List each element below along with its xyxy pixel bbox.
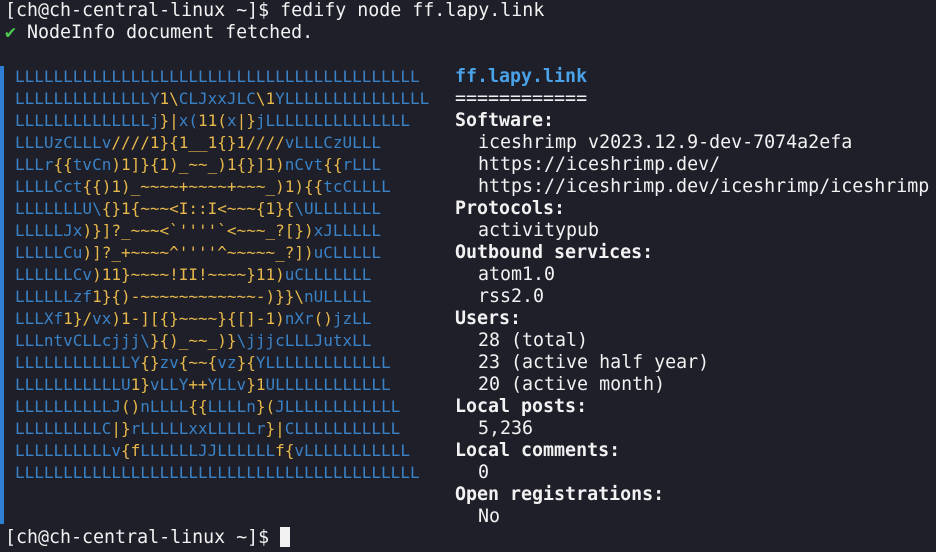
ascii-art-row: LLLXf1}/vx)1-][{}~~~~}{[]-1)nXr()jzLL — [15, 309, 372, 328]
ascii-art-row: LLLLLLLLLLLLLLLLLLLLLLLLLLLLLLLLLLLLLLLL… — [15, 67, 420, 86]
ascii-art-row: LLLLLLLLLLJ()nLLLL{{LLLLn}(JLLLLLLLLLLLL — [15, 397, 401, 416]
ascii-art-row: LLLLLLLLLLLLLLLLLLLLLLLLLLLLLLLLLLLLLLLL… — [15, 463, 420, 482]
node-host: ff.lapy.link — [455, 66, 588, 87]
output-gutter-bar — [0, 66, 4, 524]
software-label: Software: — [455, 110, 555, 131]
protocols-label: Protocols: — [455, 198, 566, 219]
shell-prompt: [ch@ch-central-linux ~]$ — [5, 0, 270, 21]
status-message: NodeInfo document fetched. — [27, 22, 314, 43]
checkmark-icon: ✔ — [5, 22, 17, 43]
users-label: Users: — [455, 308, 522, 329]
ascii-art-row: LLLLLCu)]?_+~~~~^''''^~~~~~_?])uCLLLLL — [15, 243, 382, 262]
outbound-services-label: Outbound services: — [455, 242, 654, 263]
software-name-version: iceshrimp v2023.12.9-dev-7074a2efa — [478, 132, 853, 153]
ascii-art-row: LLLUzCLLLv////1}{1__1{}1////vLLLCzULLL — [15, 133, 382, 152]
software-repository: https://iceshrimp.dev/iceshrimp/iceshrim… — [478, 176, 930, 197]
local-posts-label: Local posts: — [455, 396, 588, 417]
command-line: [ch@ch-central-linux ~]$ fedify node ff.… — [5, 0, 544, 22]
ascii-art-row: LLLLLLLLLC|}rLLLLLxxLLLLLr}|CLLLLLLLLLLL — [15, 419, 401, 438]
shell-prompt: [ch@ch-central-linux ~]$ — [5, 527, 270, 548]
software-homepage: https://iceshrimp.dev/ — [478, 154, 721, 175]
ascii-art-row: LLLLLJx)}]?_~~~<`''''`<~~~_?[})xJLLLLL — [15, 221, 382, 240]
users-total: 28 (total) — [478, 330, 589, 351]
ascii-art-row: LLLLLLLLLLLLLLj}|x(11(x|}jLLLLLLLLLLLLLL… — [15, 111, 410, 130]
protocol-item: activitypub — [478, 220, 600, 241]
ascii-art-row: LLLLLLLLLLLLLLY1\CLJxxJLC\1YLLLLLLLLLLLL… — [15, 89, 430, 108]
users-active-month: 20 (active month) — [478, 374, 666, 395]
open-registrations-value: No — [478, 506, 501, 527]
outbound-service-item: atom1.0 — [478, 264, 556, 285]
ascii-art-row: LLLntvCLLcjjj\}{)_~~_)}\jjjcLLLJutxLL — [15, 331, 372, 350]
ascii-art-row: LLLLLLLLLLv{fLLLLLLJJLLLLLLf{vLLLLLLLLLL… — [15, 441, 410, 460]
local-posts-value: 5,236 — [478, 418, 534, 439]
ascii-art-row: LLLLLLLLLLLLY{}zv{~~{vz}{YLLLLLLLLLLLLL — [15, 353, 391, 372]
ascii-art-row: LLLLLLLLLLLU1}vLLY++YLLv}1ULLLLLLLLLLLL — [15, 375, 391, 394]
text-cursor — [280, 527, 291, 547]
outbound-service-item: rss2.0 — [478, 286, 545, 307]
local-comments-label: Local comments: — [455, 440, 621, 461]
host-underline: ============ — [455, 88, 588, 109]
open-registrations-label: Open registrations: — [455, 484, 665, 505]
final-prompt-line[interactable]: [ch@ch-central-linux ~]$ — [5, 527, 291, 549]
local-comments-value: 0 — [478, 462, 490, 483]
users-active-half-year: 23 (active half year) — [478, 352, 710, 373]
ascii-art-row: LLLLLLzf1}{)-~~~~~~~~~~~~-)}}\nULLLLL — [15, 287, 372, 306]
node-ascii-art: LLLLLLLLLLLLLLLLLLLLLLLLLLLLLLLLLLLLLLLL… — [15, 66, 429, 484]
node-info-panel: ff.lapy.link ============ Software: ices… — [455, 66, 929, 528]
command-text: fedify node ff.lapy.link — [280, 0, 545, 21]
ascii-art-row: LLLLCct{{)1)_~~~~+~~~~+~~~_)1){{tcCLLLL — [15, 177, 391, 196]
status-line: ✔ NodeInfo document fetched. — [5, 22, 313, 44]
ascii-art-row: LLLLLLLU\{}1{~~~<I::I<~~~{1}{\ULLLLLLL — [15, 199, 382, 218]
ascii-art-row: LLLLLLCv)11}~~~~!II!~~~~}11)uCLLLLLLL — [15, 265, 372, 284]
ascii-art-row: LLLr{{tvCn)1]}{1)_~~_)1{}]1)nCvt{{rLLL — [15, 155, 382, 174]
